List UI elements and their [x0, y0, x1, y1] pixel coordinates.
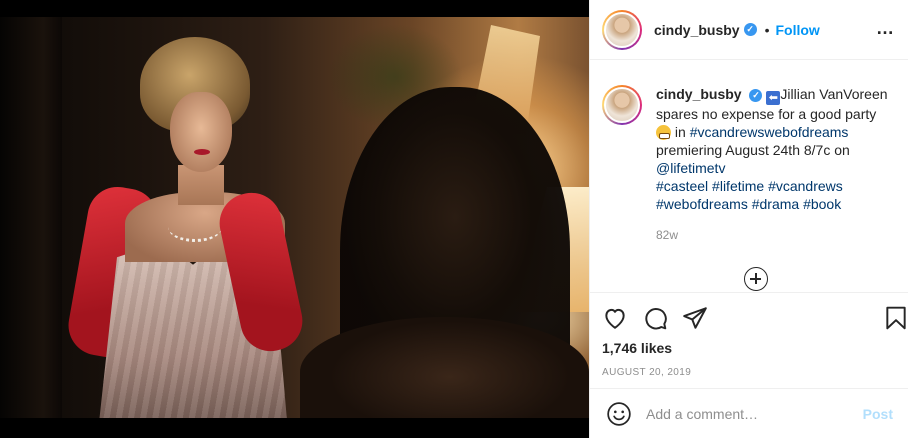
action-icons	[602, 293, 906, 343]
caption-row: cindy_busby ✓ ⬅ Jillian VanVoreen spares …	[602, 85, 897, 244]
hashtag-link[interactable]: #casteel	[656, 178, 708, 194]
emoji-icon[interactable]	[606, 401, 632, 427]
post-header: cindy_busby ✓ • Follow …	[590, 0, 908, 60]
post-media-container	[0, 0, 589, 438]
photo-necklace	[168, 212, 222, 242]
hashtag-link[interactable]: #drama	[752, 196, 799, 212]
post-comment-button[interactable]: Post	[863, 406, 893, 422]
avatar-image	[604, 11, 640, 48]
hashtag-link[interactable]: #vcandrewswebofdreams	[690, 124, 849, 140]
caption-text-part: premiering August 24th 8/7c on	[656, 142, 850, 158]
grimacing-emoji-icon	[656, 125, 671, 140]
more-icon[interactable]: …	[876, 19, 895, 37]
left-arrow-emoji-icon: ⬅	[766, 91, 781, 105]
mention-link[interactable]: @lifetimetv	[656, 160, 725, 176]
load-more-icon[interactable]	[744, 267, 768, 291]
caption-text-part: in	[671, 124, 690, 140]
post-photo[interactable]	[0, 17, 589, 418]
heart-icon[interactable]	[602, 305, 628, 331]
avatar[interactable]	[602, 9, 642, 50]
hashtag-link[interactable]: #vcandrews	[768, 178, 843, 194]
follow-button[interactable]: Follow	[776, 22, 820, 38]
avatar[interactable]	[602, 85, 642, 125]
share-icon[interactable]	[682, 305, 708, 331]
post-side-panel: cindy_busby ✓ • Follow … cindy_busby ✓ ⬅…	[589, 0, 908, 438]
comment-icon[interactable]	[642, 305, 668, 331]
hashtag-link[interactable]: #lifetime	[712, 178, 764, 194]
caption-username[interactable]: cindy_busby	[656, 86, 742, 102]
post-date[interactable]: AUGUST 20, 2019	[602, 367, 897, 378]
photo-face	[170, 92, 232, 172]
hashtag-link[interactable]: #book	[803, 196, 841, 212]
verified-icon: ✓	[749, 88, 763, 102]
photo-mirror-frame	[0, 17, 62, 418]
comment-bar: Post	[590, 388, 908, 438]
header-username[interactable]: cindy_busby	[654, 22, 740, 38]
photo-lips	[194, 149, 210, 155]
caption-timestamp[interactable]: 82w	[656, 226, 891, 244]
hashtag-link[interactable]: #webofdreams	[656, 196, 748, 212]
avatar-image	[604, 87, 640, 123]
header-separator: •	[764, 21, 770, 38]
photo-back-shoulder	[300, 317, 589, 418]
comment-input[interactable]	[646, 405, 856, 422]
caption-area: cindy_busby ✓ ⬅ Jillian VanVoreen spares …	[590, 61, 908, 292]
verified-icon: ✓	[743, 23, 757, 36]
bookmark-icon[interactable]	[883, 305, 908, 331]
caption-text: cindy_busby ✓ ⬅ Jillian VanVoreen spares …	[656, 85, 891, 244]
post-actions: 1,746 likes AUGUST 20, 2019	[590, 292, 908, 387]
